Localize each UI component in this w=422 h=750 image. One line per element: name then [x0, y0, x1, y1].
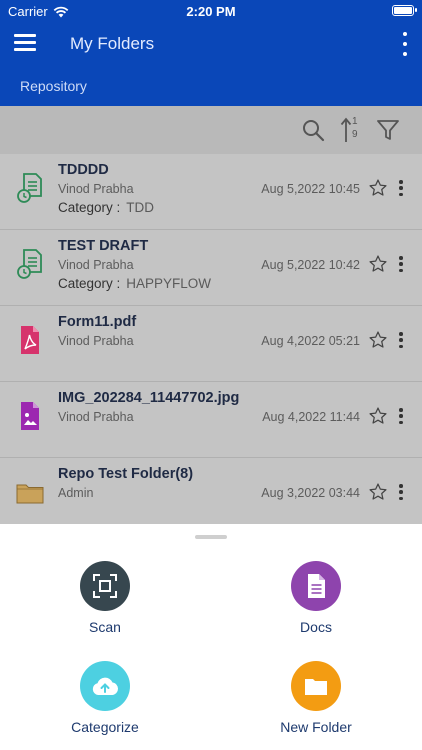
category-label: Category :	[58, 200, 121, 215]
item-name: TEST DRAFT	[58, 238, 149, 254]
item-owner: Admin	[58, 486, 94, 500]
item-category: Category : HAPPYFLOW	[58, 276, 211, 291]
item-date: Aug 4,2022 11:44	[262, 410, 360, 424]
list-item[interactable]: TEST DRAFT Vinod Prabha Category : HAPPYF…	[0, 230, 422, 306]
star-icon[interactable]	[368, 482, 388, 502]
item-owner: Vinod Prabha	[58, 258, 134, 272]
item-name: Form11.pdf	[58, 314, 137, 330]
category-value: TDD	[126, 200, 155, 215]
search-icon[interactable]	[301, 118, 325, 142]
overflow-menu-icon[interactable]	[402, 32, 408, 56]
categorize-action[interactable]: Categorize	[25, 661, 185, 735]
new-folder-label: New Folder	[280, 719, 352, 735]
sort-arrow-icon	[340, 117, 352, 142]
docs-action[interactable]: Docs	[236, 561, 396, 635]
docs-icon	[291, 561, 341, 611]
sheet-drag-handle[interactable]	[195, 535, 227, 539]
breadcrumb-bar: Repository	[0, 66, 422, 106]
item-date: Aug 4,2022 05:21	[261, 334, 360, 348]
clock: 2:20 PM	[186, 4, 236, 19]
item-more-icon[interactable]	[399, 408, 403, 424]
scan-action[interactable]: Scan	[25, 561, 185, 635]
sort-glyph-bottom: 9	[352, 129, 358, 140]
new-folder-icon	[291, 661, 341, 711]
draft-doc-icon	[17, 249, 42, 279]
breadcrumb-repository[interactable]: Repository	[20, 78, 87, 94]
item-owner: Vinod Prabha	[58, 410, 134, 424]
app-bar: My Folders	[0, 22, 422, 66]
item-more-icon[interactable]	[399, 180, 403, 196]
item-more-icon[interactable]	[399, 332, 403, 348]
item-owner: Vinod Prabha	[58, 334, 134, 348]
sort-icon[interactable]: 1 9	[340, 116, 364, 144]
status-bar: Carrier 2:20 PM	[0, 0, 422, 22]
new-folder-action[interactable]: New Folder	[236, 661, 396, 735]
item-more-icon[interactable]	[399, 256, 403, 272]
categorize-label: Categorize	[71, 719, 139, 735]
action-sheet: Scan Docs Categorize New Folder	[0, 524, 422, 750]
list-item[interactable]: IMG_202284_11447702.jpg Vinod Prabha Aug…	[0, 382, 422, 458]
item-name: Repo Test Folder(8)	[58, 466, 194, 482]
item-date: Aug 3,2022 03:44	[261, 486, 360, 500]
scan-label: Scan	[89, 619, 121, 635]
hamburger-menu-icon[interactable]	[14, 34, 36, 54]
category-label: Category :	[58, 276, 121, 291]
pdf-icon	[21, 326, 39, 354]
list-item[interactable]: Form11.pdf Vinod Prabha Aug 4,2022 05:21	[0, 306, 422, 382]
draft-doc-icon	[17, 173, 42, 203]
item-date: Aug 5,2022 10:45	[261, 182, 360, 196]
star-icon[interactable]	[368, 406, 388, 426]
item-date: Aug 5,2022 10:42	[261, 258, 360, 272]
image-file-icon	[21, 402, 39, 430]
item-name: TDDDD	[58, 162, 109, 178]
battery-icon	[392, 5, 417, 16]
item-more-icon[interactable]	[399, 484, 403, 500]
list-toolbar: 1 9	[0, 106, 422, 154]
list-item[interactable]: Repo Test Folder(8) Admin Aug 3,2022 03:…	[0, 458, 422, 526]
filter-icon[interactable]	[376, 118, 400, 142]
item-name: IMG_202284_11447702.jpg	[58, 390, 240, 406]
item-owner: Vinod Prabha	[58, 182, 134, 196]
file-list: TDDDD Vinod Prabha Category : TDD Aug 5,2…	[0, 154, 422, 526]
sort-glyph-top: 1	[352, 116, 358, 127]
star-icon[interactable]	[368, 330, 388, 350]
star-icon[interactable]	[368, 254, 388, 274]
cloud-upload-icon	[80, 661, 130, 711]
item-category: Category : TDD	[58, 200, 154, 215]
page-title: My Folders	[70, 34, 155, 53]
category-value: HAPPYFLOW	[126, 276, 212, 291]
folder-icon	[16, 484, 44, 504]
list-item[interactable]: TDDDD Vinod Prabha Category : TDD Aug 5,2…	[0, 154, 422, 230]
scan-icon	[80, 561, 130, 611]
docs-label: Docs	[300, 619, 332, 635]
star-icon[interactable]	[368, 178, 388, 198]
